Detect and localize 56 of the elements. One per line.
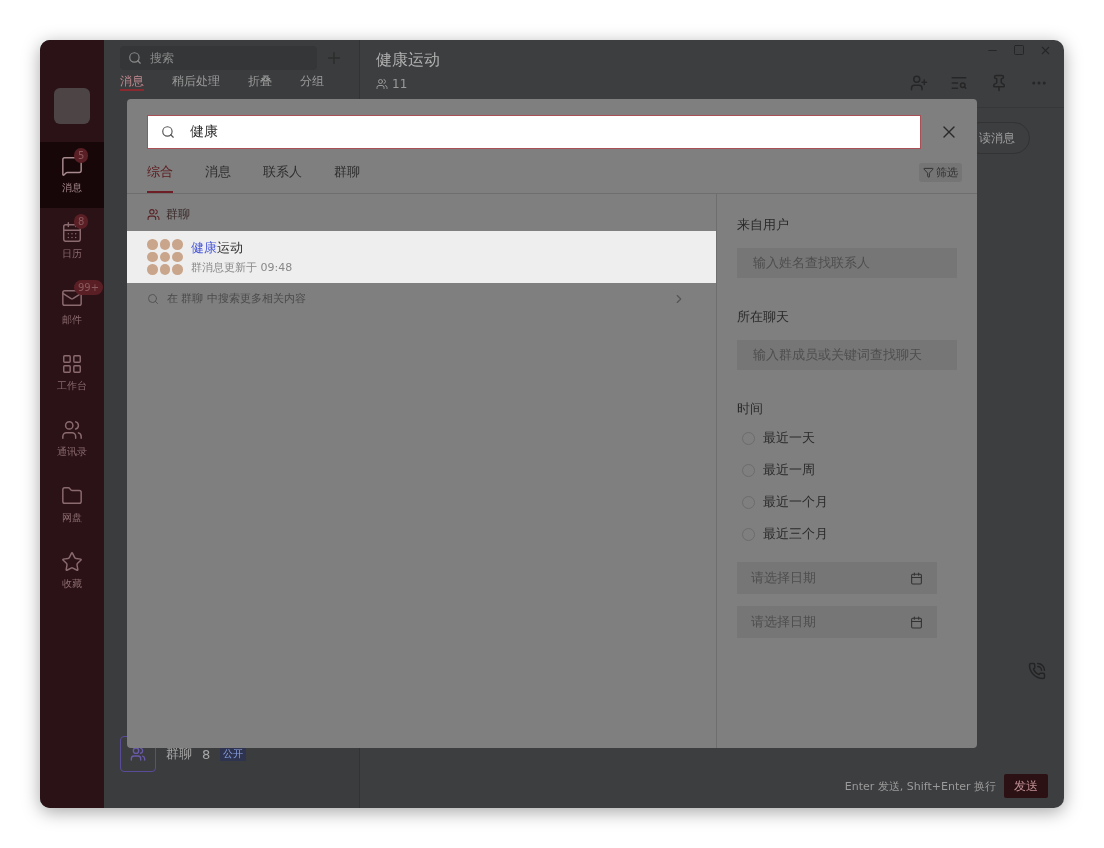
- close-icon[interactable]: [1039, 44, 1052, 57]
- search-history-icon[interactable]: [950, 74, 968, 92]
- list-tab[interactable]: 消息: [120, 74, 144, 91]
- group-avatar: [147, 239, 183, 275]
- user-avatar[interactable]: [54, 88, 90, 124]
- radio-label: 最近三个月: [763, 525, 828, 543]
- nav-item[interactable]: 日历 8: [40, 208, 104, 274]
- list-tab[interactable]: 分组: [300, 74, 324, 91]
- result-subtitle: 群消息更新于 09:48: [191, 260, 293, 275]
- calendar-icon: [910, 571, 923, 585]
- nav-item[interactable]: 邮件 99+: [40, 274, 104, 340]
- nav-item[interactable]: 通讯录: [40, 406, 104, 472]
- folder-icon: [61, 485, 83, 507]
- members-icon: [376, 78, 388, 90]
- search-icon: [161, 125, 175, 139]
- chat-title: 健康运动: [376, 50, 440, 71]
- grid-icon: [61, 353, 83, 375]
- phone-icon[interactable]: [1028, 662, 1046, 680]
- pin-icon[interactable]: [990, 74, 1008, 92]
- nav-item[interactable]: 工作台: [40, 340, 104, 406]
- search-result[interactable]: 健康运动 群消息更新于 09:48: [127, 231, 716, 283]
- calendar-icon: [910, 615, 923, 629]
- list-tab[interactable]: 折叠: [248, 74, 272, 91]
- input-hint: Enter 发送, Shift+Enter 换行: [844, 778, 996, 794]
- nav-item[interactable]: 消息 5: [40, 142, 104, 208]
- result-title: 健康运动: [191, 239, 244, 257]
- filter-icon: [923, 166, 934, 178]
- filter-label: 来自用户: [737, 216, 790, 234]
- unread-badge: 8: [74, 214, 89, 229]
- filter-label: 所在聊天: [737, 308, 790, 326]
- nav-item[interactable]: 收藏: [40, 538, 104, 604]
- search-tab[interactable]: 消息: [205, 161, 231, 193]
- section-title: 群聊: [166, 206, 190, 223]
- search-tab[interactable]: 综合: [147, 161, 173, 193]
- search-placeholder: 搜索: [150, 49, 174, 67]
- group-icon: [147, 208, 160, 221]
- search-field[interactable]: 搜索: [120, 46, 317, 70]
- search-field[interactable]: 健康: [147, 115, 921, 149]
- send-button[interactable]: 发送: [1004, 774, 1048, 798]
- add-member-icon[interactable]: [910, 74, 928, 92]
- nav-item[interactable]: 网盘: [40, 472, 104, 538]
- search-tab[interactable]: 群聊: [334, 161, 360, 193]
- conversation-name[interactable]: 群聊: [166, 745, 192, 763]
- list-tab[interactable]: 稍后处理: [172, 74, 220, 91]
- star-icon: [61, 551, 83, 573]
- member-count: 8: [202, 746, 211, 762]
- search-icon: [147, 292, 159, 305]
- filter-label: 时间: [737, 400, 764, 418]
- filter-button[interactable]: 筛选: [919, 162, 962, 182]
- search-tab[interactable]: 联系人: [263, 161, 302, 193]
- member-count: 11: [392, 77, 408, 91]
- unread-badge: 5: [74, 148, 89, 163]
- maximize-icon[interactable]: [1013, 44, 1025, 56]
- unread-badge: 99+: [74, 280, 104, 295]
- search-icon: [128, 51, 142, 65]
- contacts-icon: [61, 419, 83, 441]
